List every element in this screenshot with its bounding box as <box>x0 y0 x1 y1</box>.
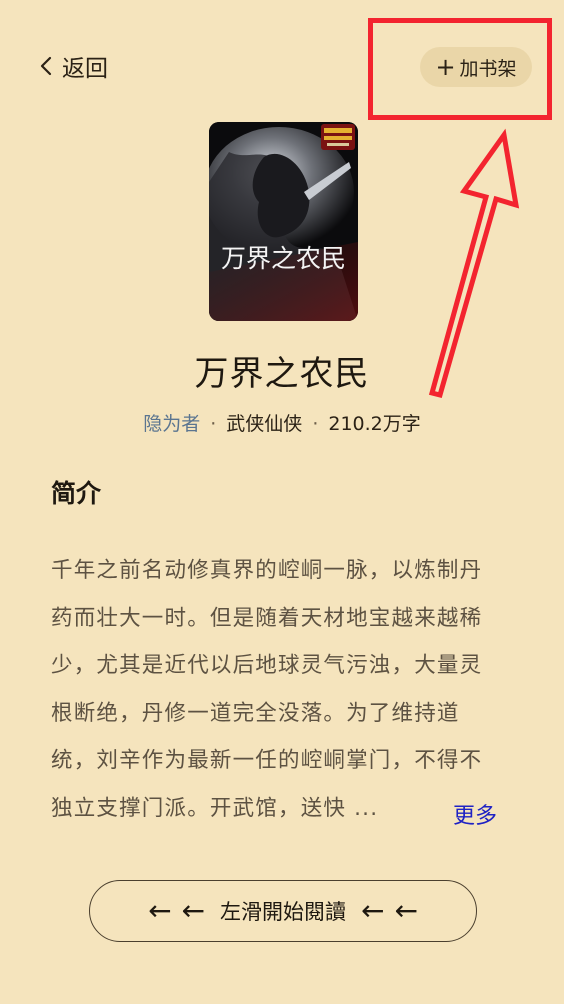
start-reading-label: 左滑開始閱讀 <box>220 900 346 924</box>
word-count: 210.2万字 <box>328 413 421 435</box>
more-button[interactable]: 更多 <box>453 798 497 830</box>
chevron-left-icon <box>40 56 52 76</box>
arrow-left-icon: ← <box>148 894 172 927</box>
author-link[interactable]: 隐为者 <box>143 413 200 435</box>
annotation-highlight-box <box>368 18 552 120</box>
book-cover-image[interactable]: 万界之农民 <box>209 122 358 321</box>
cover-title-text: 万界之农民 <box>221 244 346 273</box>
intro-line: 药而壮大一时。但是随着天材地宝越来越稀 <box>51 605 483 631</box>
intro-text: 千年之前名动修真界的崆峒一脉，以炼制丹 药而壮大一时。但是随着天材地宝越来越稀 … <box>51 547 511 832</box>
intro-heading: 简介 <box>51 479 102 508</box>
back-button[interactable]: 返回 <box>36 48 108 84</box>
book-meta: 隐为者 · 武侠仙侠 · 210.2万字 <box>0 409 564 436</box>
cover-art: 万界之农民 <box>209 122 358 321</box>
back-label: 返回 <box>62 56 108 82</box>
intro-line: 少，尤其是近代以后地球灵气污浊，大量灵 <box>51 653 483 678</box>
intro-line: 统，刘辛作为最新一任的崆峒掌门，不得不 <box>51 748 483 773</box>
intro-line: 根断绝，丹修一道完全没落。为了维持道 <box>51 700 460 726</box>
intro-line: 独立支撑门派。开武馆，送快 ... <box>51 795 379 821</box>
category-label: 武侠仙侠 <box>226 413 303 435</box>
arrow-left-icon: ← <box>181 894 205 927</box>
arrow-left-icon: ← <box>361 894 385 927</box>
meta-separator: · <box>312 413 319 435</box>
book-title: 万界之农民 <box>194 354 370 394</box>
intro-line: 千年之前名动修真界的崆峒一脉，以炼制丹 <box>51 558 483 583</box>
start-reading-swipe-button[interactable]: ← ← 左滑開始閱讀 ← ← <box>89 880 477 942</box>
meta-separator: · <box>210 413 217 435</box>
arrow-left-icon: ← <box>394 894 418 927</box>
